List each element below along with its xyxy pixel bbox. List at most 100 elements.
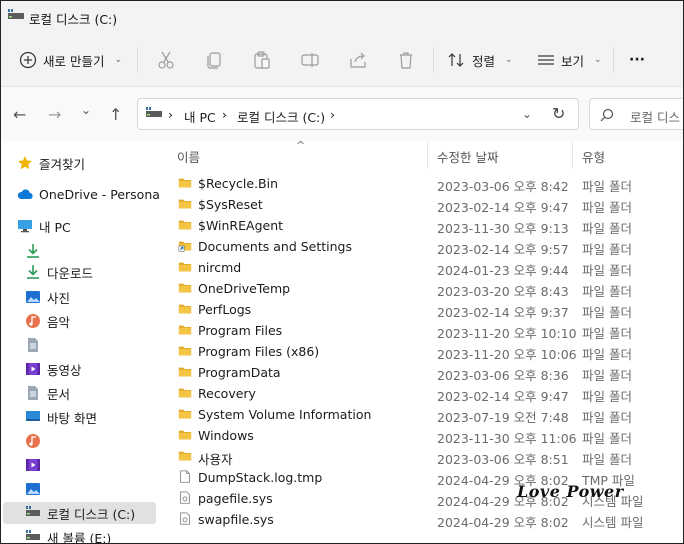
file-row[interactable]: Documents and Settings 2023-02-14 오후 9:57… [159, 236, 683, 257]
file-row[interactable]: swapfile.sys 2024-04-29 오후 8:02 시스템 파일 [159, 509, 683, 530]
sidebar-item[interactable]: 음악 [3, 310, 156, 332]
file-row[interactable]: Recovery 2023-02-14 오후 9:47 파일 폴더 [159, 383, 683, 404]
file-name: $Recycle.Bin [198, 176, 279, 191]
file-row[interactable]: $SysReset 2023-02-14 오후 9:47 파일 폴더 [159, 194, 683, 215]
share-icon[interactable] [348, 50, 368, 70]
divider [137, 47, 138, 73]
sidebar-item-label: 로컬 디스크 (C:) [47, 506, 136, 522]
up-arrow-icon[interactable]: ↑ [109, 105, 122, 124]
sidebar-item[interactable]: OneDrive - Personal [1, 183, 163, 205]
forward-arrow-icon[interactable]: → [48, 105, 61, 124]
column-header-name[interactable]: 이름 [177, 147, 200, 166]
sidebar-item-label: 새 볼륨 (E:) [47, 530, 112, 544]
search-input[interactable]: 로컬 디스 [589, 98, 683, 130]
back-arrow-icon[interactable]: ← [13, 105, 26, 124]
folder-icon [178, 451, 192, 461]
file-type: 파일 폴더 [582, 263, 632, 278]
address-dropdown-icon[interactable]: ⌄ [522, 107, 532, 121]
file-row[interactable]: Program Files (x86) 2023-11-20 오후 10:06 파일… [159, 341, 683, 362]
file-row[interactable]: Program Files 2023-11-20 오후 10:10 파일 폴더 [159, 320, 683, 341]
sidebar-item[interactable] [3, 240, 156, 262]
file-row[interactable]: $Recycle.Bin 2023-03-06 오후 8:42 파일 폴더 [159, 173, 683, 194]
sidebar-item-label: 사진 [47, 290, 71, 306]
download-icon [27, 244, 39, 258]
file-row[interactable]: System Volume Information 2023-07-19 오전 7… [159, 404, 683, 425]
refresh-icon[interactable]: ↻ [552, 104, 565, 123]
file-row[interactable]: PerfLogs 2023-02-14 오후 9:37 파일 폴더 [159, 299, 683, 320]
recent-locations-icon[interactable]: ⌄ [81, 103, 91, 117]
file-type: 파일 폴더 [582, 452, 632, 467]
sort-ascending-icon: ^ [296, 139, 306, 152]
file-modified-date: 2023-03-06 오후 8:36 [437, 368, 569, 383]
file-type: 파일 폴더 [582, 431, 632, 446]
file-type: 파일 폴더 [582, 326, 632, 341]
file-modified-date: 2023-11-20 오후 10:10 [437, 326, 577, 341]
paste-icon[interactable] [252, 50, 272, 70]
file-row[interactable]: OneDriveTemp 2023-03-20 오후 8:43 파일 폴더 [159, 278, 683, 299]
new-button[interactable]: 새로 만들기 ⌄ [19, 49, 122, 71]
sidebar-item[interactable]: 다운로드 [3, 261, 156, 283]
view-button[interactable]: 보기 ⌄ [537, 49, 602, 71]
sidebar-item[interactable] [3, 334, 156, 356]
drive-icon [146, 107, 162, 117]
video-icon [26, 363, 40, 375]
file-row[interactable]: Windows 2023-11-30 오후 11:06 파일 폴더 [159, 425, 683, 446]
divider [433, 47, 434, 73]
column-divider[interactable] [572, 141, 573, 169]
watermark-text: Love Power [517, 482, 624, 501]
chevron-down-icon: ⌄ [505, 55, 513, 65]
system-file-icon [180, 491, 190, 504]
file-row[interactable]: nircmd 2024-01-23 오후 9:44 파일 폴더 [159, 257, 683, 278]
sidebar-item[interactable]: 바탕 화면 [3, 406, 156, 428]
plus-circle-icon [19, 51, 37, 69]
sort-button[interactable]: 정렬 ⌄ [448, 49, 513, 71]
divider [613, 47, 614, 73]
sidebar-item[interactable]: 내 PC [1, 215, 148, 237]
file-row[interactable]: ProgramData 2023-03-06 오후 8:36 파일 폴더 [159, 362, 683, 383]
sidebar-item[interactable] [3, 478, 156, 500]
file-name: Program Files [198, 323, 283, 338]
sidebar-item-label: 음악 [47, 314, 71, 330]
document-icon [28, 386, 38, 400]
file-row[interactable]: 사용자 2023-03-06 오후 8:51 파일 폴더 [159, 446, 683, 467]
copy-icon[interactable] [204, 50, 224, 70]
file-name: swapfile.sys [198, 512, 274, 527]
file-name: 사용자 [198, 452, 233, 467]
file-type: 파일 폴더 [582, 284, 632, 299]
file-modified-date: 2023-03-06 오후 8:42 [437, 179, 569, 194]
pictures-icon [26, 483, 40, 495]
delete-icon[interactable] [396, 50, 416, 70]
drive-icon [26, 506, 40, 516]
title-bar[interactable]: 로컬 디스크 (C:) [1, 1, 683, 33]
sidebar-item[interactable] [3, 430, 156, 452]
breadcrumb-separator[interactable]: › [222, 107, 227, 122]
column-header-type[interactable]: 유형 [582, 147, 605, 166]
breadcrumb-separator[interactable]: › [330, 107, 335, 122]
cut-icon[interactable] [156, 50, 176, 70]
column-header-date[interactable]: 수정한 날짜 [437, 147, 498, 166]
sidebar-item[interactable]: 새 볼륨 (E:) [3, 526, 156, 544]
rename-icon[interactable] [300, 50, 320, 70]
file-row[interactable]: $WinREAgent 2023-11-30 오후 9:13 파일 폴더 [159, 215, 683, 236]
music-icon [26, 314, 40, 328]
sidebar-item[interactable]: 문서 [3, 382, 156, 404]
more-options-button[interactable]: ··· [629, 49, 645, 71]
sidebar-item-label: 동영상 [47, 362, 82, 378]
monitor-icon [18, 220, 32, 233]
sidebar-item[interactable]: 즐겨찾기 [1, 152, 148, 174]
folder-icon [178, 388, 192, 398]
breadcrumb-separator[interactable]: › [168, 107, 173, 122]
sidebar-item[interactable]: 사진 [3, 286, 156, 308]
sidebar-item[interactable]: 로컬 디스크 (C:) [3, 502, 156, 524]
sort-label: 정렬 [472, 53, 496, 69]
breadcrumb-item-local-disk[interactable]: 로컬 디스크 (C:) [237, 107, 325, 126]
breadcrumb-item-this-pc[interactable]: 내 PC [184, 107, 216, 126]
folder-icon [178, 409, 192, 419]
address-bar[interactable]: › 내 PC › 로컬 디스크 (C:) › ⌄ ↻ [137, 98, 579, 130]
sidebar-item[interactable] [3, 454, 156, 476]
folder-icon [178, 262, 192, 272]
column-divider[interactable] [427, 141, 428, 169]
sidebar-item[interactable]: 동영상 [3, 358, 156, 380]
sort-icon [448, 53, 464, 67]
file-icon [180, 470, 190, 483]
